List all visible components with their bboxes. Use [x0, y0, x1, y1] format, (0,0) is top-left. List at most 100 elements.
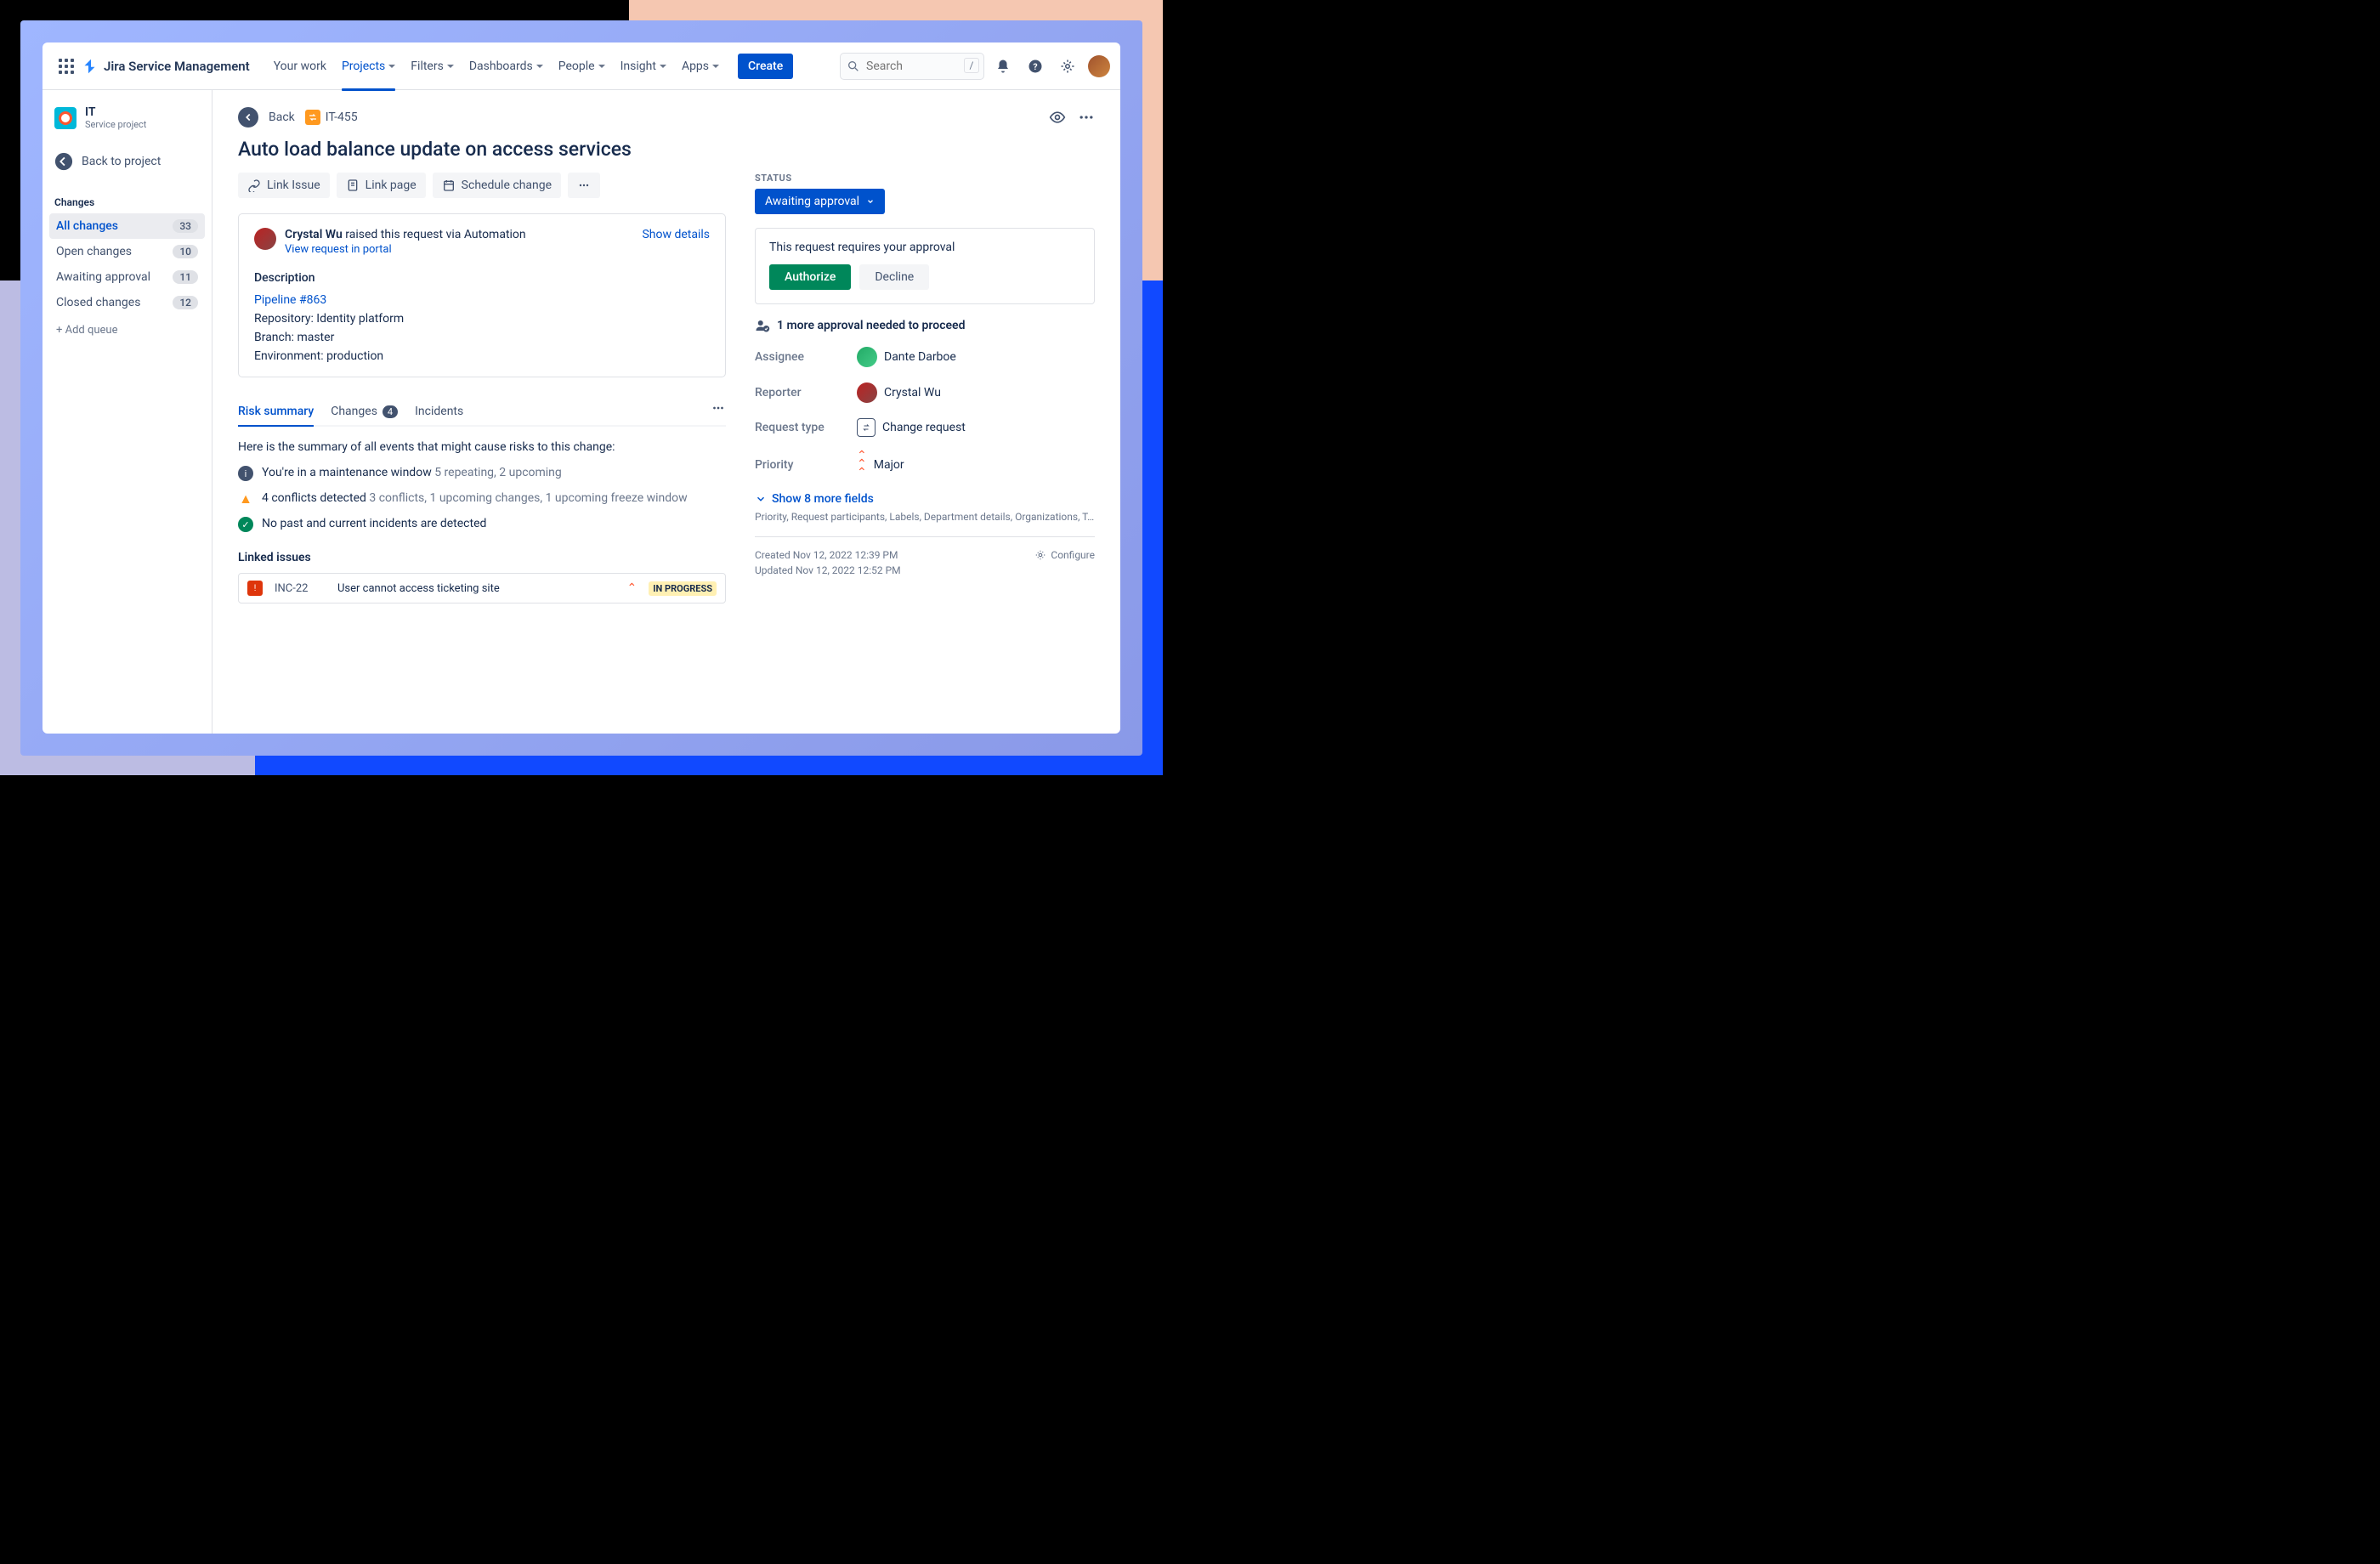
- tab-incidents[interactable]: Incidents: [415, 398, 463, 425]
- tab-menu-button[interactable]: [711, 400, 726, 422]
- reporter-label: Reporter: [755, 386, 857, 400]
- linked-issue-key: INC-22: [275, 582, 326, 595]
- more-quick-actions[interactable]: [568, 173, 600, 198]
- nav-projects[interactable]: Projects: [335, 54, 402, 78]
- updated-date: Updated Nov 12, 2022 12:52 PM: [755, 564, 1095, 576]
- watch-button[interactable]: [1049, 109, 1066, 126]
- approval-progress: 1 more approval needed to proceed: [755, 318, 1095, 333]
- sidebar-section-changes: Changes: [49, 190, 205, 213]
- priority-high-icon: ⌃: [627, 581, 638, 595]
- gear-icon: [1034, 549, 1046, 561]
- risk-maintenance-window: i You're in a maintenance window 5 repea…: [238, 466, 726, 481]
- assignee-avatar: [857, 347, 877, 367]
- show-details-link[interactable]: Show details: [642, 228, 710, 241]
- search-input[interactable]: [840, 53, 984, 80]
- search-shortcut-badge: /: [964, 58, 979, 73]
- risk-incidents: ✓ No past and current incidents are dete…: [238, 517, 726, 532]
- page-icon: [346, 178, 360, 192]
- chevron-down-icon: [755, 493, 767, 505]
- view-in-portal-link[interactable]: View request in portal: [285, 243, 642, 256]
- approval-panel: This request requires your approval Auth…: [755, 228, 1095, 304]
- nav-people[interactable]: People: [552, 54, 612, 78]
- decline-button[interactable]: Decline: [859, 264, 929, 290]
- nav-insight[interactable]: Insight: [614, 54, 673, 78]
- assignee-label: Assignee: [755, 350, 857, 364]
- product-logo[interactable]: Jira Service Management: [83, 59, 250, 74]
- tab-risk-summary[interactable]: Risk summary: [238, 398, 314, 425]
- settings-button[interactable]: [1054, 53, 1081, 80]
- chevron-down-icon: [388, 65, 395, 68]
- issue-key: IT-455: [326, 110, 358, 124]
- warning-icon: ▲: [238, 491, 253, 507]
- arrow-left-icon: [242, 111, 254, 123]
- gear-icon: [1060, 59, 1075, 74]
- queue-awaiting-approval[interactable]: Awaiting approval11: [49, 264, 205, 290]
- request-type-value[interactable]: Change request: [857, 418, 1095, 437]
- project-header[interactable]: IT Service project: [49, 102, 205, 142]
- tab-changes[interactable]: Changes4: [331, 398, 398, 425]
- info-icon: i: [238, 466, 253, 481]
- app-switcher[interactable]: [53, 53, 80, 80]
- pipeline-link[interactable]: Pipeline #863: [254, 293, 326, 307]
- requester-name: Crystal Wu: [285, 228, 343, 241]
- risk-summary-intro: Here is the summary of all events that m…: [238, 440, 726, 454]
- add-queue[interactable]: + Add queue: [49, 315, 205, 345]
- request-type-label: Request type: [755, 421, 857, 434]
- configure-button[interactable]: Configure: [1034, 549, 1095, 561]
- link-issue-button[interactable]: Link Issue: [238, 173, 330, 198]
- project-title: IT: [85, 105, 146, 119]
- description-branch: Branch: master: [254, 331, 710, 344]
- requester-avatar: [254, 228, 276, 250]
- link-icon: [247, 178, 261, 192]
- back-to-project[interactable]: Back to project: [49, 145, 205, 178]
- nav-dashboards[interactable]: Dashboards: [462, 54, 550, 78]
- back-button[interactable]: [238, 107, 258, 128]
- chevron-down-icon: [536, 65, 543, 68]
- nav-filters[interactable]: Filters: [404, 54, 461, 78]
- requester-suffix: raised this request via Automation: [343, 228, 526, 241]
- assignee-value[interactable]: Dante Darboe: [857, 347, 1095, 367]
- project-type: Service project: [85, 119, 146, 130]
- linked-issue-status: IN PROGRESS: [649, 581, 717, 596]
- reporter-value[interactable]: Crystal Wu: [857, 382, 1095, 403]
- approval-text: This request requires your approval: [769, 241, 1080, 254]
- linked-issue-row[interactable]: ! INC-22 User cannot access ticketing si…: [238, 573, 726, 604]
- nav-apps[interactable]: Apps: [675, 54, 726, 78]
- more-icon: [1078, 109, 1095, 126]
- queue-all-changes[interactable]: All changes33: [49, 213, 205, 239]
- create-button[interactable]: Create: [738, 54, 793, 79]
- queue-closed-changes[interactable]: Closed changes12: [49, 290, 205, 315]
- priority-value[interactable]: ⌃⌃⌃Major: [857, 452, 1095, 477]
- search-icon: [847, 60, 860, 73]
- help-button[interactable]: ?: [1022, 53, 1049, 80]
- back-label[interactable]: Back: [269, 110, 295, 124]
- product-name: Jira Service Management: [104, 59, 250, 74]
- linked-issue-title: User cannot access ticketing site: [337, 582, 615, 595]
- issue-title: Auto load balance update on access servi…: [238, 138, 1095, 161]
- requester-card: Crystal Wu raised this request via Autom…: [238, 213, 726, 377]
- description-env: Environment: production: [254, 349, 710, 363]
- arrow-left-circle-icon: [54, 152, 73, 171]
- description-heading: Description: [254, 271, 710, 285]
- authorize-button[interactable]: Authorize: [769, 264, 851, 290]
- queue-open-changes[interactable]: Open changes10: [49, 239, 205, 264]
- bell-icon: [995, 59, 1011, 74]
- notifications-button[interactable]: [989, 53, 1017, 80]
- nav-your-work[interactable]: Your work: [267, 54, 333, 78]
- breadcrumb-issue[interactable]: IT-455: [305, 110, 358, 125]
- more-actions-button[interactable]: [1078, 109, 1095, 126]
- show-more-fields[interactable]: Show 8 more fields: [755, 492, 1095, 506]
- description-repo: Repository: Identity platform: [254, 312, 710, 326]
- chevron-down-icon: [660, 65, 666, 68]
- linked-issues-heading: Linked issues: [238, 551, 726, 564]
- profile-avatar[interactable]: [1088, 55, 1110, 77]
- schedule-change-button[interactable]: Schedule change: [433, 173, 561, 198]
- status-dropdown[interactable]: Awaiting approval: [755, 189, 885, 214]
- chevron-down-icon: [447, 65, 454, 68]
- chevron-down-icon: [712, 65, 719, 68]
- change-type-icon: [305, 110, 320, 125]
- check-icon: ✓: [238, 517, 253, 532]
- more-icon: [577, 178, 591, 192]
- link-page-button[interactable]: Link page: [337, 173, 426, 198]
- status-label: STATUS: [755, 173, 1095, 184]
